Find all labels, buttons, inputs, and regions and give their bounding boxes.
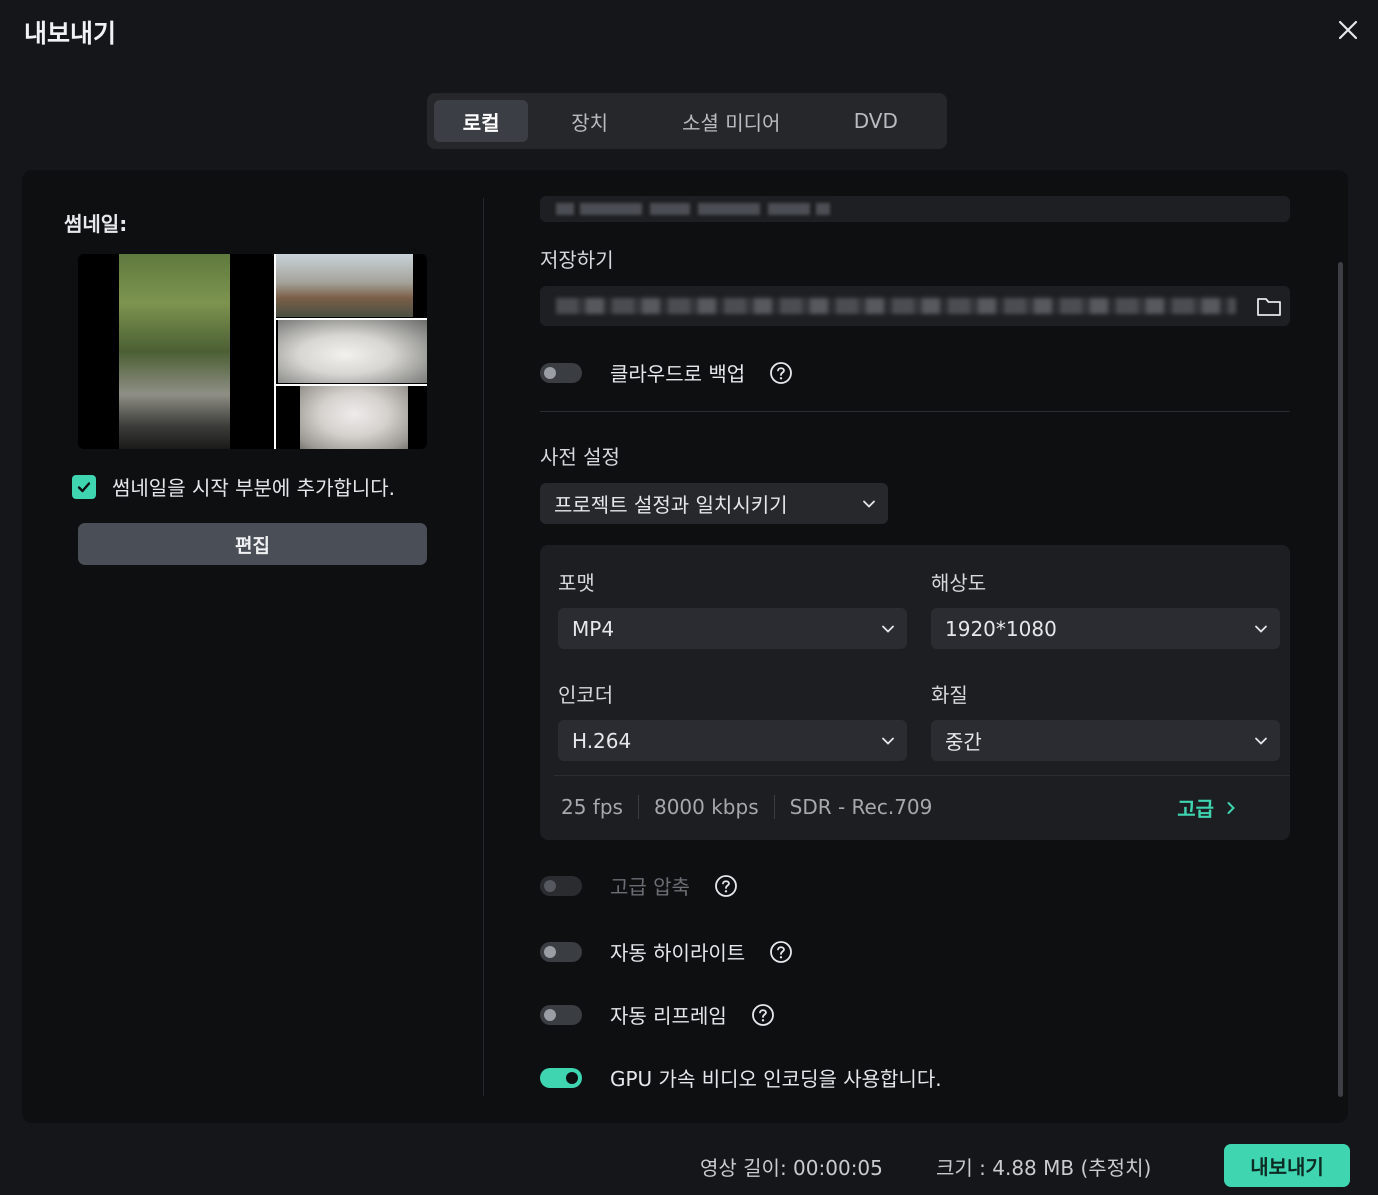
cloud-backup-row: 클라우드로 백업 xyxy=(540,358,793,387)
format-settings-box: 포맷 해상도 MP4 1920*1080 인코더 화질 H.264 중간 25 … xyxy=(540,545,1290,840)
format-value: MP4 xyxy=(572,616,615,641)
save-path-text xyxy=(556,298,1236,314)
chevron-right-icon xyxy=(1227,801,1235,814)
auto-highlight-row: 자동 하이라이트 xyxy=(540,937,793,966)
encoder-value: H.264 xyxy=(572,728,632,753)
folder-icon[interactable] xyxy=(1256,294,1282,318)
resolution-label: 해상도 xyxy=(931,571,987,595)
high-compression-toggle[interactable] xyxy=(540,875,582,896)
preset-value: 프로젝트 설정과 일치시키기 xyxy=(554,493,788,517)
save-path-field[interactable] xyxy=(540,286,1290,326)
cloud-backup-toggle[interactable] xyxy=(540,362,582,383)
thumbnail-clip-cat-1 xyxy=(278,320,427,383)
tab-device[interactable]: 장치 xyxy=(528,100,651,142)
resolution-select[interactable]: 1920*1080 xyxy=(931,608,1280,649)
help-icon[interactable] xyxy=(751,1003,775,1027)
add-thumbnail-label: 썸네일을 시작 부분에 추가합니다. xyxy=(112,476,396,500)
encoder-label: 인코더 xyxy=(558,683,614,707)
bitrate-value: 8000 kbps xyxy=(653,795,759,819)
quality-label: 화질 xyxy=(931,683,968,707)
settings-divider xyxy=(554,775,1290,776)
save-label: 저장하기 xyxy=(540,248,614,272)
chevron-down-icon xyxy=(882,625,894,633)
tab-local[interactable]: 로컬 xyxy=(434,100,529,142)
gpu-encoding-toggle[interactable] xyxy=(540,1067,582,1088)
high-compression-row: 고급 압축 xyxy=(540,871,738,900)
chevron-down-icon xyxy=(1255,737,1267,745)
estimated-size: 크기 : 4.88 MB (추정치) xyxy=(936,1156,1152,1180)
thumbnail-label: 썸네일: xyxy=(64,212,128,236)
gpu-encoding-label: GPU 가속 비디오 인코딩을 사용합니다. xyxy=(610,1067,942,1091)
thumbnail-clip-city xyxy=(275,254,413,317)
help-icon[interactable] xyxy=(769,940,793,964)
thumbnail-clip-cat-2 xyxy=(300,386,408,449)
chevron-down-icon xyxy=(882,737,894,745)
color-space-value: SDR - Rec.709 xyxy=(789,795,933,819)
chevron-down-icon xyxy=(863,500,875,508)
quality-select[interactable]: 중간 xyxy=(931,720,1280,761)
check-icon xyxy=(77,481,91,492)
panel-divider xyxy=(483,198,484,1096)
settings-scrollbar[interactable] xyxy=(1338,262,1343,1097)
auto-reframe-toggle[interactable] xyxy=(540,1004,582,1025)
advanced-settings-link[interactable]: 고급 xyxy=(1177,793,1238,822)
auto-highlight-label: 자동 하이라이트 xyxy=(610,941,746,965)
dialog-title: 내보내기 xyxy=(24,19,117,48)
auto-reframe-label: 자동 리프레임 xyxy=(610,1004,727,1028)
resolution-value: 1920*1080 xyxy=(945,616,1057,641)
format-label: 포맷 xyxy=(558,571,595,595)
preset-label: 사전 설정 xyxy=(540,445,620,469)
export-info-summary: 25 fps 8000 kbps SDR - Rec.709 xyxy=(561,795,932,819)
video-duration: 영상 길이: 00:00:05 xyxy=(700,1156,883,1180)
tab-dvd[interactable]: DVD xyxy=(812,100,940,142)
chevron-down-icon xyxy=(1255,625,1267,633)
auto-highlight-toggle[interactable] xyxy=(540,941,582,962)
section-divider xyxy=(540,411,1290,412)
thumbnail-preview xyxy=(78,254,427,449)
thumbnail-grid-line xyxy=(274,318,427,320)
thumbnail-grid-line xyxy=(274,254,276,449)
export-panel: 썸네일: 썸네일을 시작 부분에 추가합니다. 편집 저장하기 클라우드로 백업… xyxy=(22,170,1348,1123)
auto-reframe-row: 자동 리프레임 xyxy=(540,1000,775,1029)
thumbnail-grid-line xyxy=(274,384,427,386)
export-tabs: 로컬 장치 소셜 미디어 DVD xyxy=(427,93,947,149)
help-icon[interactable] xyxy=(714,874,738,898)
thumbnail-clip-road xyxy=(119,254,230,449)
add-thumbnail-checkbox[interactable] xyxy=(72,474,96,499)
high-compression-label: 고급 압축 xyxy=(610,875,690,899)
fps-value: 25 fps xyxy=(561,795,623,819)
edit-thumbnail-button[interactable]: 편집 xyxy=(78,523,427,565)
cloud-backup-label: 클라우드로 백업 xyxy=(610,362,746,386)
close-icon[interactable] xyxy=(1334,16,1362,44)
tab-social-media[interactable]: 소셜 미디어 xyxy=(651,100,812,142)
advanced-label: 고급 xyxy=(1177,797,1214,821)
format-select[interactable]: MP4 xyxy=(558,608,907,649)
quality-value: 중간 xyxy=(945,730,982,754)
gpu-encoding-row: GPU 가속 비디오 인코딩을 사용합니다. xyxy=(540,1063,966,1092)
export-button[interactable]: 내보내기 xyxy=(1224,1144,1350,1187)
help-icon[interactable] xyxy=(769,361,793,385)
thumbnail-start-option: 썸네일을 시작 부분에 추가합니다. xyxy=(72,472,395,501)
preset-select[interactable]: 프로젝트 설정과 일치시키기 xyxy=(540,483,888,524)
file-name-field[interactable] xyxy=(540,196,1290,222)
encoder-select[interactable]: H.264 xyxy=(558,720,907,761)
